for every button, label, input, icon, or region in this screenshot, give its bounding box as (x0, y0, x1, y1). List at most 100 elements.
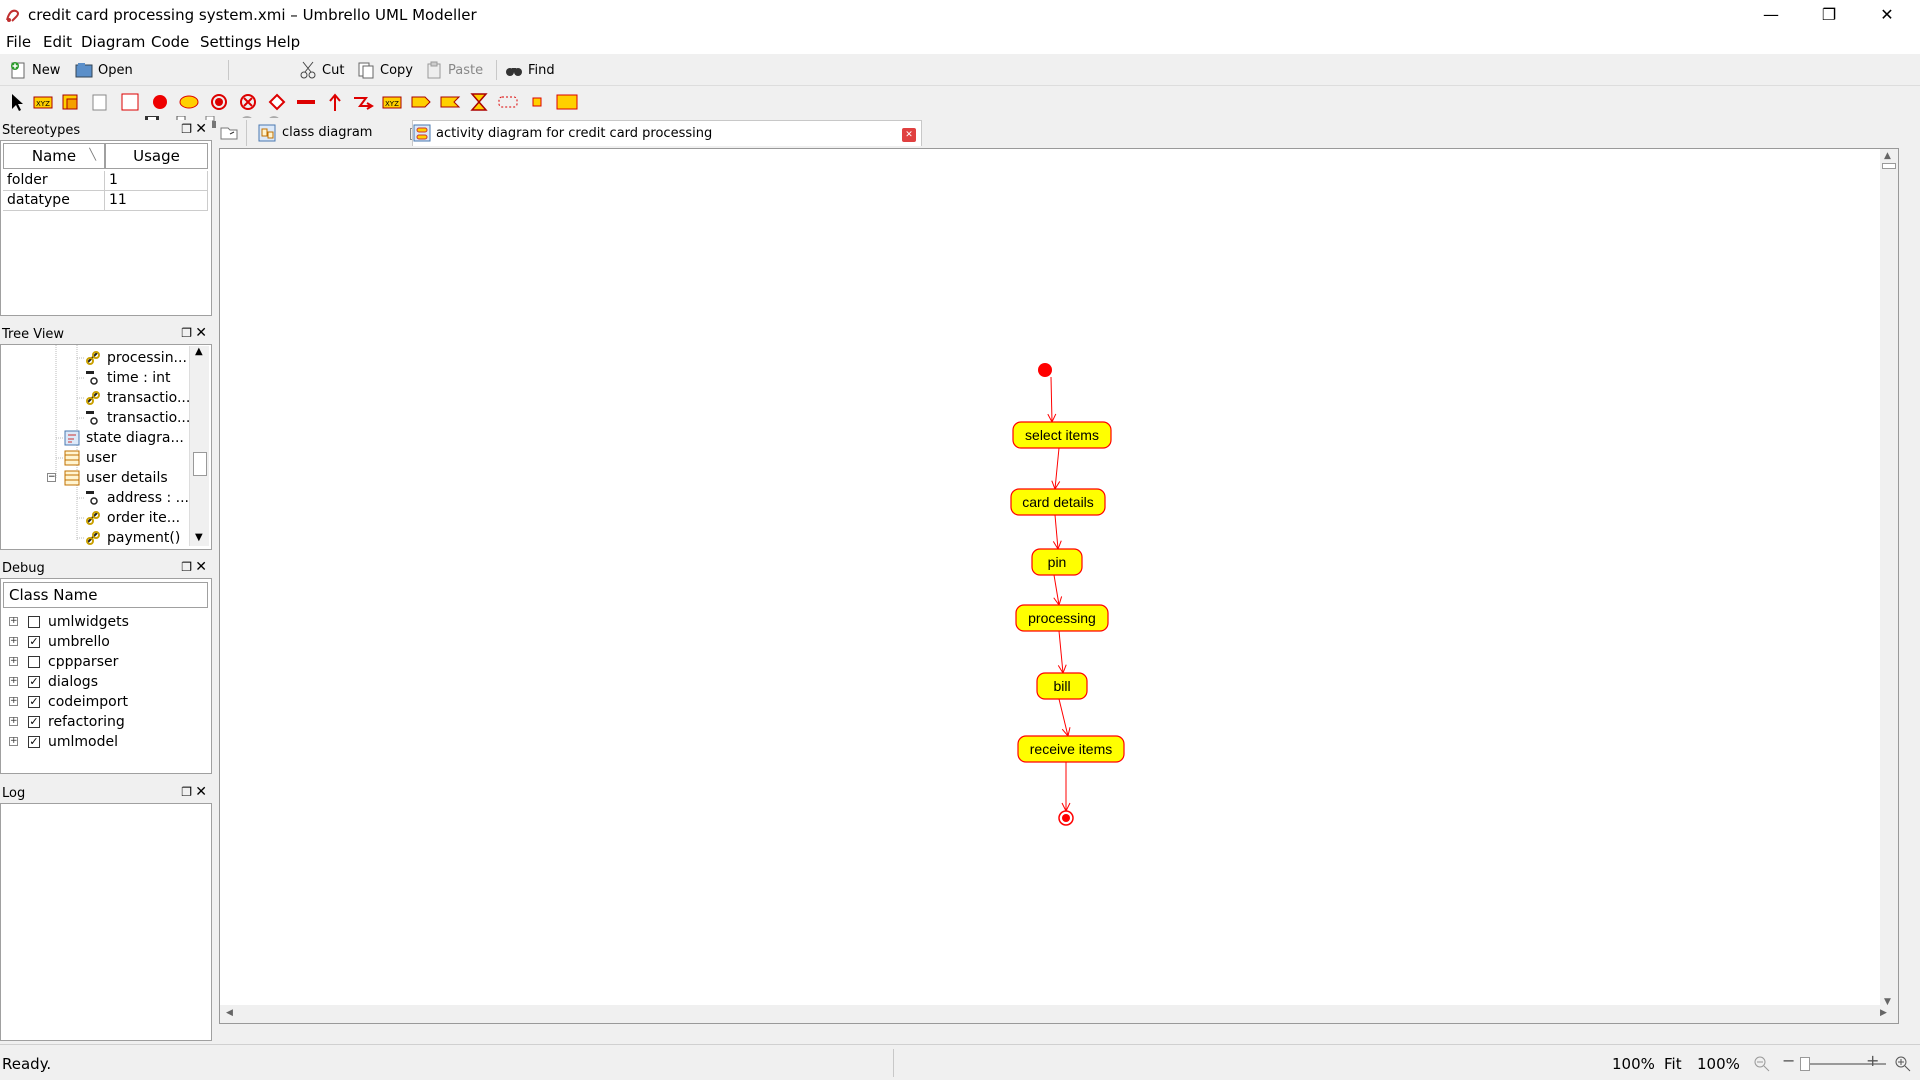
column-header-name[interactable]: Name ╲ (3, 143, 105, 169)
control-flow-edge[interactable] (1055, 514, 1058, 549)
menu-edit[interactable]: Edit (43, 33, 72, 51)
activity-node[interactable]: receive items (1017, 735, 1125, 763)
find-button[interactable]: Find (504, 59, 555, 81)
checkbox[interactable]: ✓ (28, 636, 40, 648)
exception-icon[interactable] (352, 92, 374, 112)
debug-row[interactable]: + ✓ codeimport (1, 692, 209, 712)
close-icon[interactable]: ✕ (195, 784, 207, 800)
expand-icon[interactable]: + (9, 717, 18, 726)
activity-node[interactable]: bill (1036, 672, 1088, 700)
tab-class-diagram[interactable]: class diagram ✕ (258, 120, 422, 146)
checkbox[interactable]: ✓ (28, 676, 40, 688)
control-flow-edge[interactable] (1058, 698, 1068, 736)
column-header-class-name[interactable]: Class Name (3, 582, 208, 608)
scroll-thumb[interactable] (1882, 163, 1896, 169)
final-node[interactable] (1058, 810, 1074, 826)
canvas-horizontal-scrollbar[interactable]: ◀ ▶ (220, 1005, 1887, 1023)
debug-row[interactable]: + ✓ refactoring (1, 712, 209, 732)
scroll-up-icon[interactable]: ▲ (195, 346, 203, 357)
tab-close-icon[interactable]: ✕ (902, 128, 916, 142)
initial-state-icon[interactable] (149, 92, 171, 112)
final-state-icon[interactable] (208, 92, 230, 112)
float-icon[interactable]: ❐ (181, 326, 192, 340)
activity-node[interactable]: select items (1012, 421, 1112, 449)
zoom-minus-icon[interactable]: − (1782, 1051, 1795, 1070)
hourglass-icon[interactable] (468, 92, 490, 112)
activity-label-icon[interactable] (178, 92, 200, 112)
scroll-up-icon[interactable]: ▲ (1884, 151, 1891, 161)
copy-button[interactable]: Copy (356, 59, 413, 81)
expand-icon[interactable]: + (9, 697, 18, 706)
expand-icon[interactable]: + (9, 737, 18, 746)
expand-icon[interactable]: + (9, 677, 18, 686)
zoom-plus-icon[interactable]: + (1866, 1051, 1879, 1070)
activity-node[interactable]: pin (1031, 548, 1083, 576)
paste-button[interactable]: Paste (424, 59, 483, 81)
control-flow-edge[interactable] (1055, 447, 1059, 489)
region-icon[interactable] (497, 92, 519, 112)
object-node-xyz-icon[interactable]: XYZ (381, 92, 403, 112)
tree-scrollbar[interactable]: ▲ ▼ (189, 346, 209, 546)
control-flow-edge[interactable] (1059, 630, 1063, 673)
open-button[interactable]: Open (74, 59, 133, 81)
scroll-left-icon[interactable]: ◀ (226, 1008, 233, 1018)
menu-settings[interactable]: Settings (200, 33, 262, 51)
menu-help[interactable]: Help (266, 33, 300, 51)
zoom-100-button[interactable]: 100% (1697, 1055, 1740, 1073)
checkbox[interactable]: ✓ (28, 716, 40, 728)
debug-row[interactable]: + ✓ dialogs (1, 672, 209, 692)
close-icon[interactable]: ✕ (195, 559, 207, 575)
collapse-icon[interactable]: − (47, 473, 56, 482)
scroll-down-icon[interactable]: ▼ (195, 532, 203, 543)
close-button[interactable]: ✕ (1858, 0, 1916, 30)
partition-icon[interactable] (556, 92, 578, 112)
stereotype-name[interactable]: datatype (3, 191, 105, 211)
initial-activity-xyz-icon[interactable]: XYZ (32, 92, 54, 112)
pin-icon[interactable] (526, 92, 548, 112)
checkbox[interactable] (28, 656, 40, 668)
activity-icon[interactable] (60, 92, 82, 112)
activity-node[interactable]: processing (1015, 604, 1109, 632)
zoom-slider-handle[interactable] (1800, 1057, 1810, 1071)
checkbox[interactable]: ✓ (28, 736, 40, 748)
transition-arrow-icon[interactable] (324, 92, 346, 112)
checkbox[interactable]: ✓ (28, 696, 40, 708)
branch-diamond-icon[interactable] (266, 92, 288, 112)
close-icon[interactable]: ✕ (195, 325, 207, 341)
fit-button[interactable]: Fit (1664, 1055, 1682, 1073)
expand-icon[interactable]: + (9, 657, 18, 666)
float-icon[interactable]: ❐ (181, 560, 192, 574)
tab-activity-diagram[interactable]: activity diagram for credit card process… (412, 120, 922, 146)
debug-row[interactable]: + umlwidgets (1, 612, 209, 632)
select-arrow-icon[interactable] (6, 92, 28, 112)
control-flow-edge[interactable] (1051, 376, 1052, 422)
new-button[interactable]: New (8, 59, 60, 81)
checkbox[interactable] (28, 616, 40, 628)
rectangle-icon[interactable] (119, 92, 141, 112)
float-icon[interactable]: ❐ (181, 785, 192, 799)
diagram-canvas[interactable]: select items card details pin processing bil… (219, 148, 1899, 1024)
debug-row[interactable]: + ✓ umbrello (1, 632, 209, 652)
cut-button[interactable]: Cut (298, 59, 344, 81)
close-icon[interactable]: ✕ (195, 121, 207, 137)
stereotype-name[interactable]: folder (3, 171, 105, 191)
canvas-vertical-scrollbar[interactable]: ▲ ▼ (1880, 149, 1898, 1023)
control-flow-edge[interactable] (1054, 574, 1059, 605)
accept-signal-icon[interactable] (439, 92, 461, 112)
menu-diagram[interactable]: Diagram (81, 33, 145, 51)
menu-code[interactable]: Code (151, 33, 189, 51)
zoom-out-icon[interactable] (1753, 1055, 1771, 1073)
initial-node[interactable] (1038, 363, 1052, 377)
flow-final-icon[interactable] (237, 92, 259, 112)
scroll-down-icon[interactable]: ▼ (1884, 997, 1891, 1007)
minimize-button[interactable]: — (1742, 0, 1800, 30)
debug-row[interactable]: + cppparser (1, 652, 209, 672)
send-signal-icon[interactable] (410, 92, 432, 112)
scroll-thumb[interactable] (193, 452, 207, 476)
new-tab-icon[interactable] (218, 124, 240, 142)
note-icon[interactable] (89, 92, 111, 112)
menu-file[interactable]: File (6, 33, 31, 51)
maximize-button[interactable]: ❐ (1800, 0, 1858, 30)
expand-icon[interactable]: + (9, 617, 18, 626)
activity-node[interactable]: card details (1010, 488, 1106, 516)
